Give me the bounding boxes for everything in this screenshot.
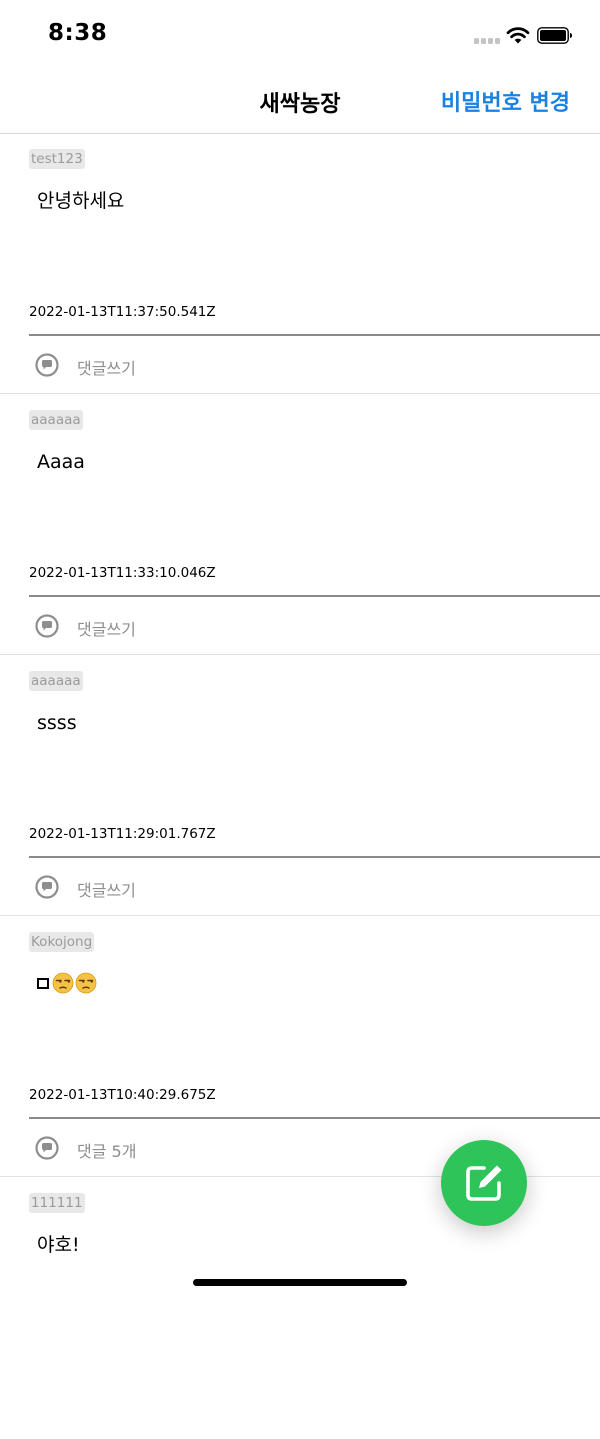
comment-button[interactable]: 댓글쓰기 xyxy=(0,597,600,655)
post-feed: test123 안녕하세요 2022-01-13T11:37:50.541Z 댓… xyxy=(0,134,600,1439)
unamused-face-emoji-icon xyxy=(52,972,74,994)
speech-bubble-icon xyxy=(35,353,59,377)
post-timestamp: 2022-01-13T11:37:50.541Z xyxy=(29,304,216,320)
post-item[interactable]: Kokojong 2022-01-13T10:40:29.675Z 댓글 5개 xyxy=(0,917,600,1178)
wifi-icon xyxy=(506,27,530,44)
compose-post-button[interactable] xyxy=(441,1140,527,1226)
post-timestamp: 2022-01-13T11:33:10.046Z xyxy=(29,565,216,581)
change-password-button[interactable]: 비밀번호 변경 xyxy=(441,85,570,117)
speech-bubble-icon xyxy=(35,1136,59,1160)
post-timestamp: 2022-01-13T11:29:01.767Z xyxy=(29,826,216,842)
comment-label: 댓글쓰기 xyxy=(77,881,136,900)
post-timestamp: 2022-01-13T10:40:29.675Z xyxy=(29,1087,216,1103)
comment-button[interactable]: 댓글쓰기 xyxy=(0,336,600,394)
post-item[interactable]: aaaaaa ssss 2022-01-13T11:29:01.767Z 댓글쓰… xyxy=(0,656,600,917)
comment-label: 댓글쓰기 xyxy=(77,359,136,378)
post-author: 111111 xyxy=(29,1193,85,1213)
post-text: ssss xyxy=(37,712,77,734)
comment-count-label: 댓글 5개 xyxy=(77,1142,137,1161)
post-author: aaaaaa xyxy=(29,410,83,430)
post-item[interactable]: test123 안녕하세요 2022-01-13T11:37:50.541Z 댓… xyxy=(0,134,600,395)
comment-label: 댓글쓰기 xyxy=(77,620,136,639)
home-indicator[interactable] xyxy=(193,1279,407,1286)
status-time: 8:38 xyxy=(48,20,108,46)
post-text-glyph xyxy=(37,978,49,989)
battery-icon xyxy=(537,27,572,44)
post-author: aaaaaa xyxy=(29,671,83,691)
unamused-face-emoji-icon xyxy=(75,972,97,994)
speech-bubble-icon xyxy=(35,875,59,899)
navigation-bar: 새싹농장 비밀번호 변경 xyxy=(0,66,600,134)
compose-icon xyxy=(466,1165,502,1201)
speech-bubble-icon xyxy=(35,614,59,638)
cellular-signal-icon xyxy=(474,38,502,44)
post-text: Aaaa xyxy=(37,451,85,473)
post-text: 안녕하세요 xyxy=(37,190,125,212)
post-author: test123 xyxy=(29,149,85,169)
post-author: Kokojong xyxy=(29,932,95,952)
post-text xyxy=(37,971,97,997)
comment-button[interactable]: 댓글쓰기 xyxy=(0,858,600,916)
status-bar: 8:38 xyxy=(0,0,600,66)
post-text: 야호! xyxy=(37,1234,80,1256)
post-item[interactable]: aaaaaa Aaaa 2022-01-13T11:33:10.046Z 댓글쓰… xyxy=(0,395,600,656)
